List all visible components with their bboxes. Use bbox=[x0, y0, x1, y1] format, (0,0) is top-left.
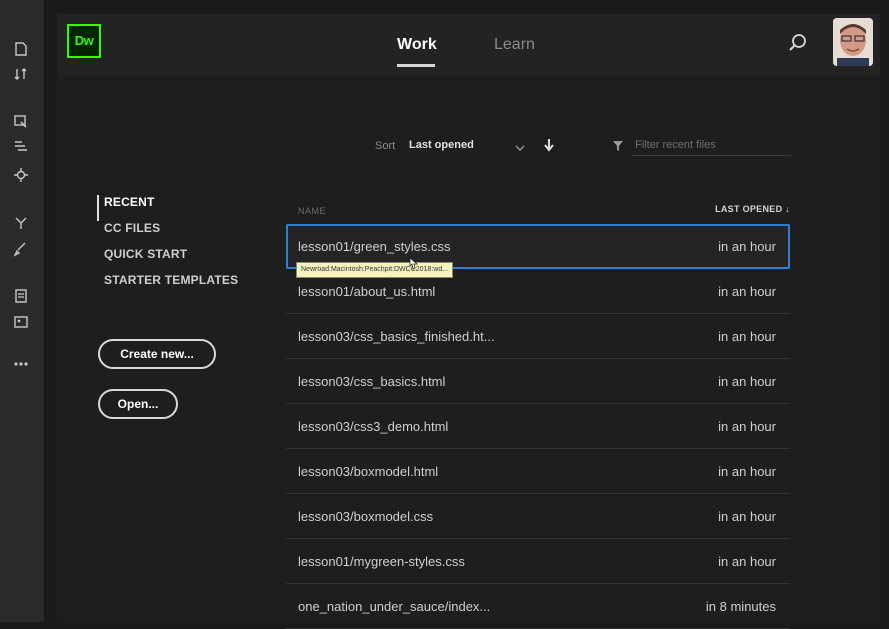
file-name: lesson03/css_basics.html bbox=[298, 374, 446, 389]
file-name: lesson03/css_basics_finished.ht... bbox=[298, 329, 495, 344]
top-bar: Dw Work Learn bbox=[57, 14, 880, 76]
file-name: lesson01/mygreen-styles.css bbox=[298, 554, 465, 569]
side-item-cc-files[interactable]: CC FILES bbox=[97, 221, 238, 247]
active-tab-indicator bbox=[397, 64, 435, 67]
table-row[interactable]: lesson03/css_basics_finished.ht... in an… bbox=[286, 314, 790, 359]
side-menu: RECENT CC FILES QUICK START STARTER TEMP… bbox=[97, 195, 238, 299]
table-row[interactable]: one_nation_under_sauce/index... in 8 min… bbox=[286, 584, 790, 629]
file-last-opened: in an hour bbox=[718, 464, 776, 479]
create-new-button[interactable]: Create new... bbox=[98, 339, 216, 369]
side-item-recent[interactable]: RECENT bbox=[97, 195, 238, 221]
css-designer-icon[interactable] bbox=[12, 138, 30, 156]
table-row[interactable]: lesson01/mygreen-styles.css in an hour bbox=[286, 539, 790, 584]
filter-input[interactable] bbox=[631, 134, 791, 156]
table-row[interactable]: lesson03/boxmodel.css in an hour bbox=[286, 494, 790, 539]
brush-icon[interactable] bbox=[12, 240, 30, 258]
table-row[interactable]: lesson03/boxmodel.html in an hour bbox=[286, 449, 790, 494]
file-last-opened: in 8 minutes bbox=[705, 599, 776, 614]
more-tools-icon[interactable] bbox=[12, 355, 30, 373]
assets-icon[interactable] bbox=[12, 313, 30, 331]
files-panel-icon[interactable] bbox=[12, 287, 30, 305]
sort-label: Sort bbox=[375, 140, 396, 152]
file-last-opened: in an hour bbox=[718, 509, 776, 524]
file-last-opened: in an hour bbox=[718, 374, 776, 389]
table-row[interactable]: lesson03/css3_demo.html in an hour bbox=[286, 404, 790, 449]
sort-dropdown[interactable]: Last opened bbox=[409, 139, 474, 151]
tab-work[interactable]: Work bbox=[397, 36, 437, 54]
snippets-icon[interactable] bbox=[12, 214, 30, 232]
file-name: lesson01/about_us.html bbox=[298, 284, 436, 299]
recent-files-list: lesson01/green_styles.css in an hour les… bbox=[286, 224, 790, 629]
file-last-opened: in an hour bbox=[718, 554, 776, 569]
file-last-opened: in an hour bbox=[718, 284, 776, 299]
file-path-tooltip: Newroad:Macintosh:Peachpit:DWCC2018:wd..… bbox=[296, 262, 454, 278]
open-button[interactable]: Open... bbox=[98, 389, 178, 419]
file-last-opened: in an hour bbox=[718, 329, 776, 344]
column-header-name[interactable]: NAME bbox=[298, 206, 326, 216]
file-name: lesson03/css3_demo.html bbox=[298, 419, 449, 434]
tool-strip bbox=[0, 0, 45, 622]
side-item-quick-start[interactable]: QUICK START bbox=[97, 247, 238, 273]
file-name: lesson03/boxmodel.css bbox=[298, 509, 434, 524]
file-last-opened: in an hour bbox=[718, 419, 776, 434]
filter-icon bbox=[612, 139, 624, 151]
chevron-down-icon[interactable] bbox=[515, 140, 525, 151]
settings-icon[interactable] bbox=[12, 166, 30, 184]
sort-direction-arrow-icon[interactable] bbox=[543, 138, 555, 152]
dreamweaver-logo: Dw bbox=[67, 24, 101, 58]
file-last-opened: in an hour bbox=[718, 239, 776, 254]
tab-learn[interactable]: Learn bbox=[494, 36, 535, 54]
file-name: lesson03/boxmodel.html bbox=[298, 464, 439, 479]
mouse-cursor-icon bbox=[407, 257, 419, 271]
file-name: lesson01/green_styles.css bbox=[298, 239, 451, 254]
start-screen-panel: Dw Work Learn Sort Last opened Filter re… bbox=[57, 14, 880, 629]
side-item-starter-templates[interactable]: STARTER TEMPLATES bbox=[97, 273, 238, 299]
insert-panel-icon[interactable] bbox=[12, 113, 30, 131]
sort-files-icon[interactable] bbox=[12, 65, 30, 83]
table-row[interactable]: lesson03/css_basics.html in an hour bbox=[286, 359, 790, 404]
search-icon[interactable] bbox=[787, 32, 809, 54]
document-icon[interactable] bbox=[12, 40, 30, 58]
file-name: one_nation_under_sauce/index... bbox=[298, 599, 491, 614]
avatar[interactable] bbox=[833, 18, 873, 66]
column-header-last-opened[interactable]: LAST OPENED ↓ bbox=[715, 204, 790, 214]
